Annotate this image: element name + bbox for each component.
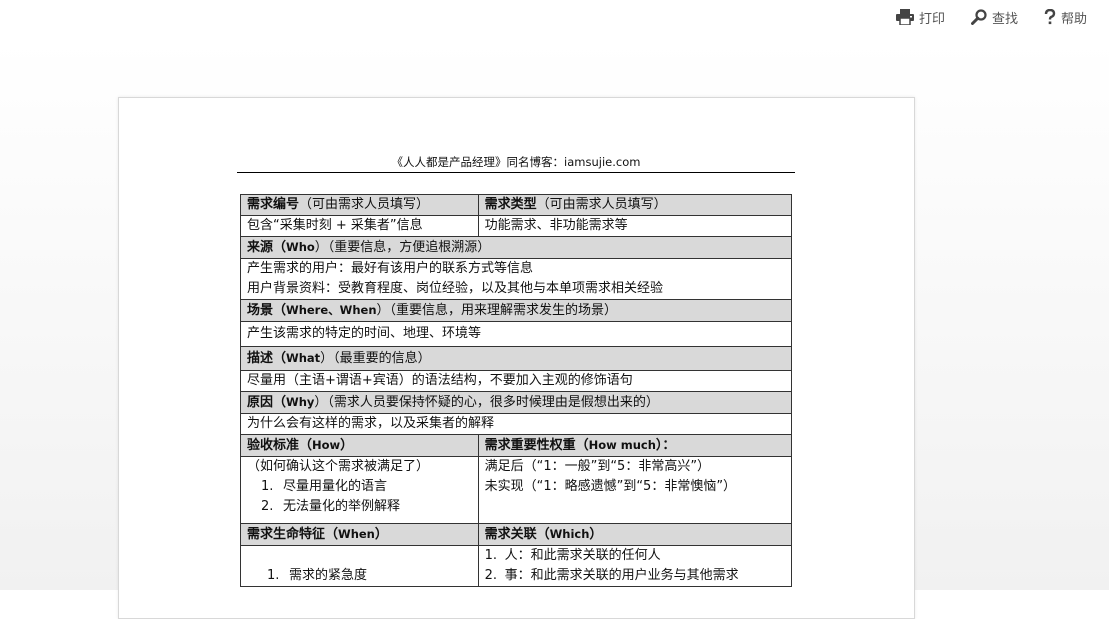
table-row: 1. 需求的紧急度 1. 人：和此需求关联的任何人 2. 事：和此需求关联的用户业务与…	[240, 545, 793, 587]
acceptance-heading: 验收标准（How）	[240, 434, 479, 457]
relation-heading: 需求关联（Which）	[477, 523, 793, 546]
source-value: 产生需求的用户：最好有该用户的联系方式等信息 用户背景资料：受教育程度、岗位经验…	[240, 258, 792, 300]
find-label: 查找	[991, 11, 1018, 27]
document-page: 《人人都是产品经理》同名博客：iamsujie.com 需求编号（可由需求人员填…	[118, 97, 915, 619]
weight-heading: 需求重要性权重（How much）：	[477, 434, 793, 457]
table-row: 产生该需求的特定的时间、地理、环境等	[240, 321, 792, 347]
requirement-id-value: 包含“采集时刻 + 采集者”信息	[240, 215, 479, 237]
table-row: 需求编号（可由需求人员填写） 需求类型（可由需求人员填写）	[240, 194, 793, 216]
table-row: 尽量用（主语+谓语+宾语）的语法结构，不要加入主观的修饰语句	[240, 370, 792, 392]
find-button[interactable]: 查找	[970, 8, 1018, 27]
requirement-type-heading: 需求类型（可由需求人员填写）	[477, 194, 793, 216]
help-icon	[1044, 9, 1056, 25]
table-row: 来源（Who）（重要信息，方便追根溯源）	[240, 236, 792, 259]
requirement-type-value: 功能需求、非功能需求等	[477, 215, 793, 237]
scene-heading: 场景（Where、When）（重要信息，用来理解需求发生的场景）	[240, 299, 792, 322]
printer-icon	[895, 9, 914, 25]
table-row: 为什么会有这样的需求，以及采集者的解释	[240, 413, 792, 435]
requirement-id-heading: 需求编号（可由需求人员填写）	[240, 194, 479, 216]
toolbar: 打印 查找 帮助	[895, 0, 1109, 34]
acceptance-value: （如何确认这个需求被满足了） 1. 尽量用量化的语言 2. 无法量化的举例解释	[240, 456, 479, 524]
description-heading: 描述（What）（最重要的信息）	[240, 346, 792, 371]
document-header: 《人人都是产品经理》同名博客：iamsujie.com	[237, 154, 795, 173]
table-row: 场景（Where、When）（重要信息，用来理解需求发生的场景）	[240, 299, 792, 322]
print-button[interactable]: 打印	[895, 8, 945, 27]
weight-value: 满足后（“1：一般”到“5：非常高兴”） 未实现（“1：略感遗憾”到“5：非常懊…	[477, 456, 793, 524]
search-icon	[970, 9, 987, 25]
table-row: 需求生命特征（When） 需求关联（Which）	[240, 523, 793, 546]
table-row: 产生需求的用户：最好有该用户的联系方式等信息 用户背景资料：受教育程度、岗位经验…	[240, 258, 792, 300]
reason-value: 为什么会有这样的需求，以及采集者的解释	[240, 413, 792, 435]
print-label: 打印	[918, 11, 945, 27]
reason-heading: 原因（Why）（需求人员要保持怀疑的心，很多时候理由是假想出来的）	[240, 391, 792, 414]
lifecycle-value: 1. 需求的紧急度	[240, 545, 479, 587]
description-value: 尽量用（主语+谓语+宾语）的语法结构，不要加入主观的修饰语句	[240, 370, 792, 392]
relation-value: 1. 人：和此需求关联的任何人 2. 事：和此需求关联的用户业务与其他需求	[477, 545, 793, 587]
requirement-table: 需求编号（可由需求人员填写） 需求类型（可由需求人员填写） 包含“采集时刻 + …	[240, 194, 793, 587]
table-row: 验收标准（How） 需求重要性权重（How much）：	[240, 434, 793, 457]
scene-value: 产生该需求的特定的时间、地理、环境等	[240, 321, 792, 347]
help-button[interactable]: 帮助	[1044, 8, 1087, 27]
table-row: 原因（Why）（需求人员要保持怀疑的心，很多时候理由是假想出来的）	[240, 391, 792, 414]
lifecycle-heading: 需求生命特征（When）	[240, 523, 479, 546]
table-row: 包含“采集时刻 + 采集者”信息 功能需求、非功能需求等	[240, 215, 793, 237]
help-label: 帮助	[1060, 11, 1087, 27]
source-heading: 来源（Who）（重要信息，方便追根溯源）	[240, 236, 792, 259]
table-row: 描述（What）（最重要的信息）	[240, 346, 792, 371]
table-row: （如何确认这个需求被满足了） 1. 尽量用量化的语言 2. 无法量化的举例解释 满足…	[240, 456, 793, 524]
